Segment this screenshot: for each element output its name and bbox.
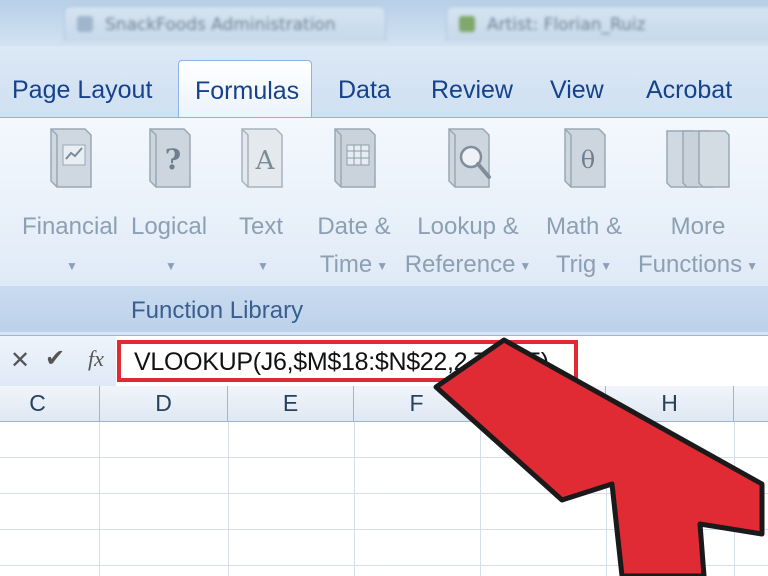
- red-arrow-annotation: [433, 337, 765, 576]
